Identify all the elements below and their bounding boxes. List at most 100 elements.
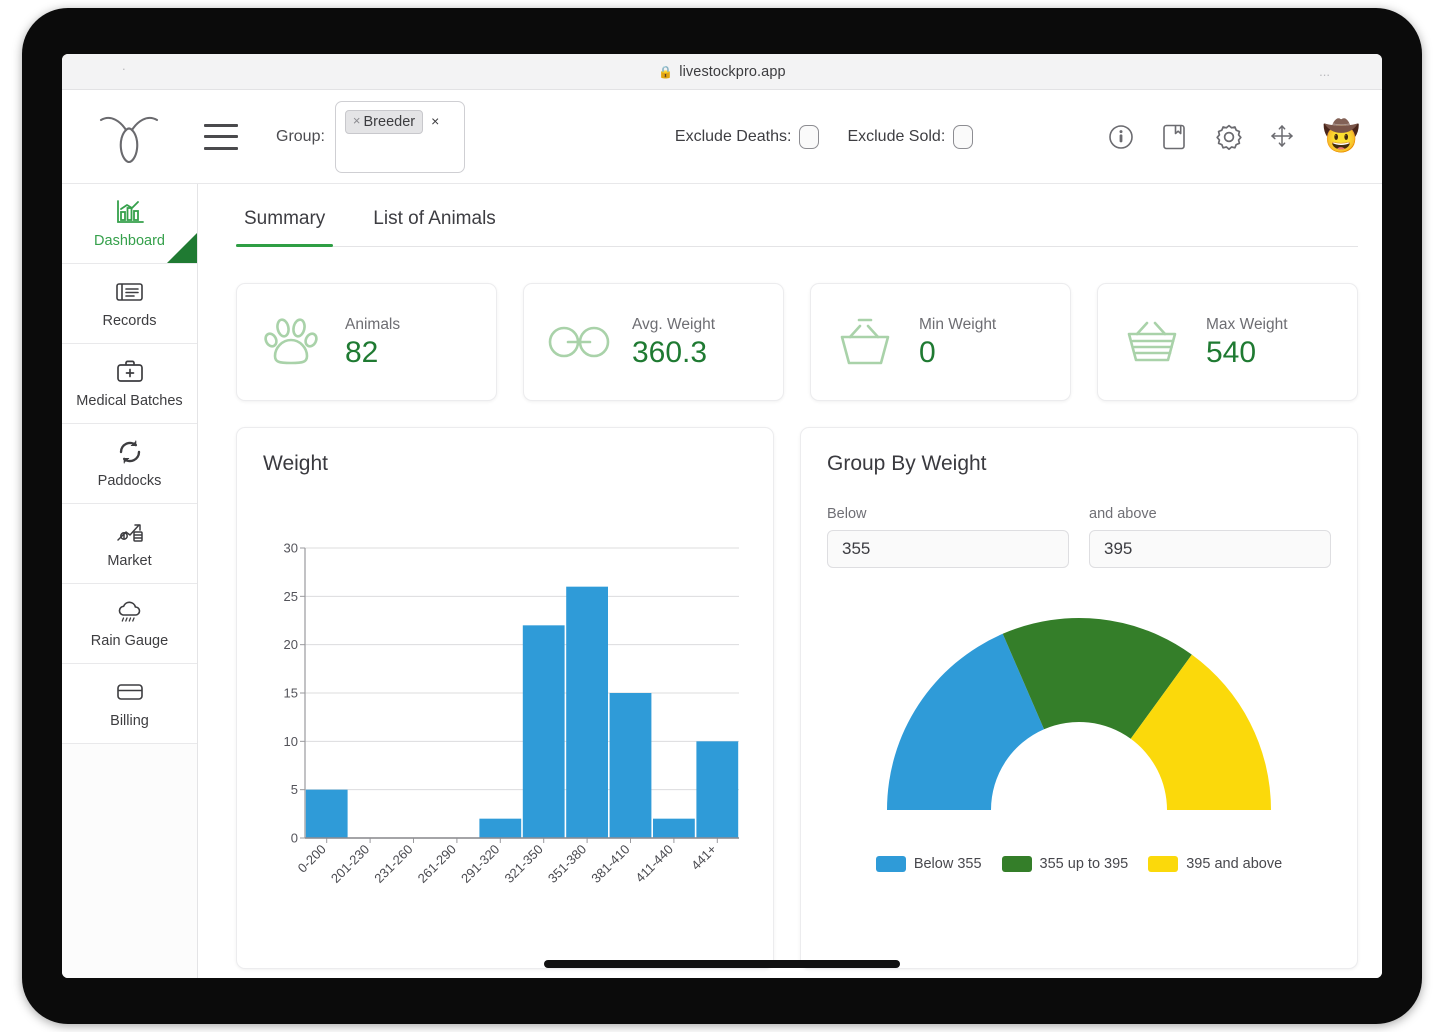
svg-text:10: 10	[284, 734, 298, 749]
sidebar-item-label: Medical Batches	[76, 393, 182, 409]
stat-card-min-weight[interactable]: Min Weight 0	[810, 283, 1071, 401]
tablet-screen: . ... 🔒 livestockpro.app	[62, 54, 1382, 978]
main-content: Summary List of Animals	[198, 184, 1382, 978]
below-input[interactable]	[827, 530, 1069, 568]
stat-label: Max Weight	[1206, 316, 1288, 334]
url-container[interactable]: 🔒 livestockpro.app	[658, 64, 785, 80]
legend-item-355-up-to-395[interactable]: 355 up to 395	[1002, 856, 1129, 872]
longhorn-logo-icon[interactable]	[92, 108, 166, 166]
gauge-chart-svg	[879, 614, 1279, 822]
sidebar-item-billing[interactable]: Billing	[62, 664, 197, 744]
hamburger-line-3	[204, 147, 238, 150]
sidebar: Dashboard Records	[62, 184, 198, 978]
browser-left-dot: .	[122, 58, 126, 73]
medkit-icon	[115, 358, 145, 386]
url-text: livestockpro.app	[679, 64, 785, 80]
svg-text:30: 30	[284, 541, 298, 556]
exclude-sold-toggle[interactable]	[953, 125, 973, 149]
stat-text-avg-weight: Avg. Weight 360.3	[632, 316, 715, 369]
weight-bar-chart[interactable]: 0510152025300-200201-230231-260261-29029…	[263, 540, 747, 930]
stat-text-max-weight: Max Weight 540	[1206, 316, 1288, 369]
legend-item-below-355[interactable]: Below 355	[876, 856, 982, 872]
tab-summary[interactable]: Summary	[236, 200, 333, 246]
chip-remove-icon[interactable]: ×	[353, 113, 361, 130]
svg-text:261-290: 261-290	[415, 842, 459, 886]
sidebar-item-medical-batches[interactable]: Medical Batches	[62, 344, 197, 424]
refresh-icon	[116, 438, 144, 466]
body-area: Dashboard Records	[62, 184, 1382, 978]
chip-label: Breeder	[364, 113, 416, 132]
stat-value: 360.3	[632, 336, 715, 369]
exclude-deaths-label: Exclude Deaths:	[675, 128, 792, 146]
svg-text:0-200: 0-200	[295, 842, 329, 876]
weight-panel-title: Weight	[263, 452, 747, 476]
group-clear-icon[interactable]: ×	[431, 113, 439, 129]
svg-text:231-260: 231-260	[371, 842, 415, 886]
stat-card-animals[interactable]: Animals 82	[236, 283, 497, 401]
sidebar-item-label: Rain Gauge	[91, 633, 168, 649]
basket-min-icon	[829, 316, 903, 368]
credit-card-icon	[115, 678, 145, 706]
group-filter-input[interactable]: × Breeder ×	[335, 101, 465, 173]
sidebar-item-label: Market	[107, 553, 151, 569]
legend-label: Below 355	[914, 856, 982, 872]
svg-text:20: 20	[284, 637, 298, 652]
scale-link-icon	[542, 320, 616, 364]
tablet-frame: . ... 🔒 livestockpro.app	[22, 8, 1422, 1024]
stat-value: 0	[919, 336, 996, 369]
svg-text:441+: 441+	[688, 842, 719, 873]
paw-icon	[255, 313, 329, 371]
panels-row: Weight 0510152025300-200201-230231-26026…	[236, 427, 1358, 969]
sidebar-item-records[interactable]: Records	[62, 264, 197, 344]
header-icon-bar: 🤠	[1107, 122, 1360, 152]
legend-item-395-and-above[interactable]: 395 and above	[1148, 856, 1282, 872]
svg-text:5: 5	[291, 782, 298, 797]
exclude-sold-label: Exclude Sold:	[847, 128, 945, 146]
stat-card-avg-weight[interactable]: Avg. Weight 360.3	[523, 283, 784, 401]
hamburger-menu-icon[interactable]	[204, 124, 238, 150]
stat-label: Avg. Weight	[632, 316, 715, 334]
stat-value: 540	[1206, 336, 1288, 369]
move-icon[interactable]	[1269, 123, 1297, 151]
svg-text:25: 25	[284, 589, 298, 604]
above-input[interactable]	[1089, 530, 1331, 568]
browser-right-dots: ...	[1319, 64, 1330, 79]
home-indicator	[544, 960, 900, 968]
exclude-deaths-toggle[interactable]	[799, 125, 819, 149]
info-icon[interactable]	[1107, 123, 1135, 151]
sidebar-item-paddocks[interactable]: Paddocks	[62, 424, 197, 504]
sidebar-item-market[interactable]: Market	[62, 504, 197, 584]
rain-cloud-icon	[115, 598, 145, 626]
group-by-weight-panel: Group By Weight Below and above	[800, 427, 1358, 969]
stat-value: 82	[345, 336, 400, 369]
sidebar-item-label: Billing	[110, 713, 149, 729]
stat-card-max-weight[interactable]: Max Weight 540	[1097, 283, 1358, 401]
sidebar-item-rain-gauge[interactable]: Rain Gauge	[62, 584, 197, 664]
document-icon	[115, 278, 145, 306]
gauge-chart[interactable]: Below 355 355 up to 395 395 and above	[827, 614, 1331, 872]
below-field: Below	[827, 506, 1069, 568]
svg-text:351-380: 351-380	[545, 842, 589, 886]
sidebar-item-dashboard[interactable]: Dashboard	[62, 184, 197, 264]
legend-swatch-blue	[876, 856, 906, 872]
market-icon	[115, 518, 145, 546]
hamburger-line-2	[204, 135, 238, 138]
svg-text:0: 0	[291, 831, 298, 846]
group-chip-breeder[interactable]: × Breeder	[345, 110, 423, 135]
group-panel-title: Group By Weight	[827, 452, 1331, 476]
stat-text-animals: Animals 82	[345, 316, 400, 369]
legend-swatch-green	[1002, 856, 1032, 872]
stat-text-min-weight: Min Weight 0	[919, 316, 996, 369]
header-toggles: Exclude Deaths: Exclude Sold:	[675, 125, 973, 149]
svg-text:381-410: 381-410	[588, 842, 632, 886]
avatar[interactable]: 🤠	[1323, 122, 1360, 152]
app-header: Group: × Breeder × Exclude Deaths: Exclu…	[62, 90, 1382, 184]
stats-row: Animals 82 Avg.	[236, 283, 1358, 401]
browser-address-bar[interactable]: . ... 🔒 livestockpro.app	[62, 54, 1382, 90]
bar-chart-svg: 0510152025300-200201-230231-260261-29029…	[263, 540, 747, 930]
gear-icon[interactable]	[1215, 123, 1243, 151]
tab-list-of-animals[interactable]: List of Animals	[365, 200, 504, 246]
svg-text:15: 15	[284, 686, 298, 701]
stat-label: Animals	[345, 316, 400, 334]
book-icon[interactable]	[1161, 123, 1189, 151]
